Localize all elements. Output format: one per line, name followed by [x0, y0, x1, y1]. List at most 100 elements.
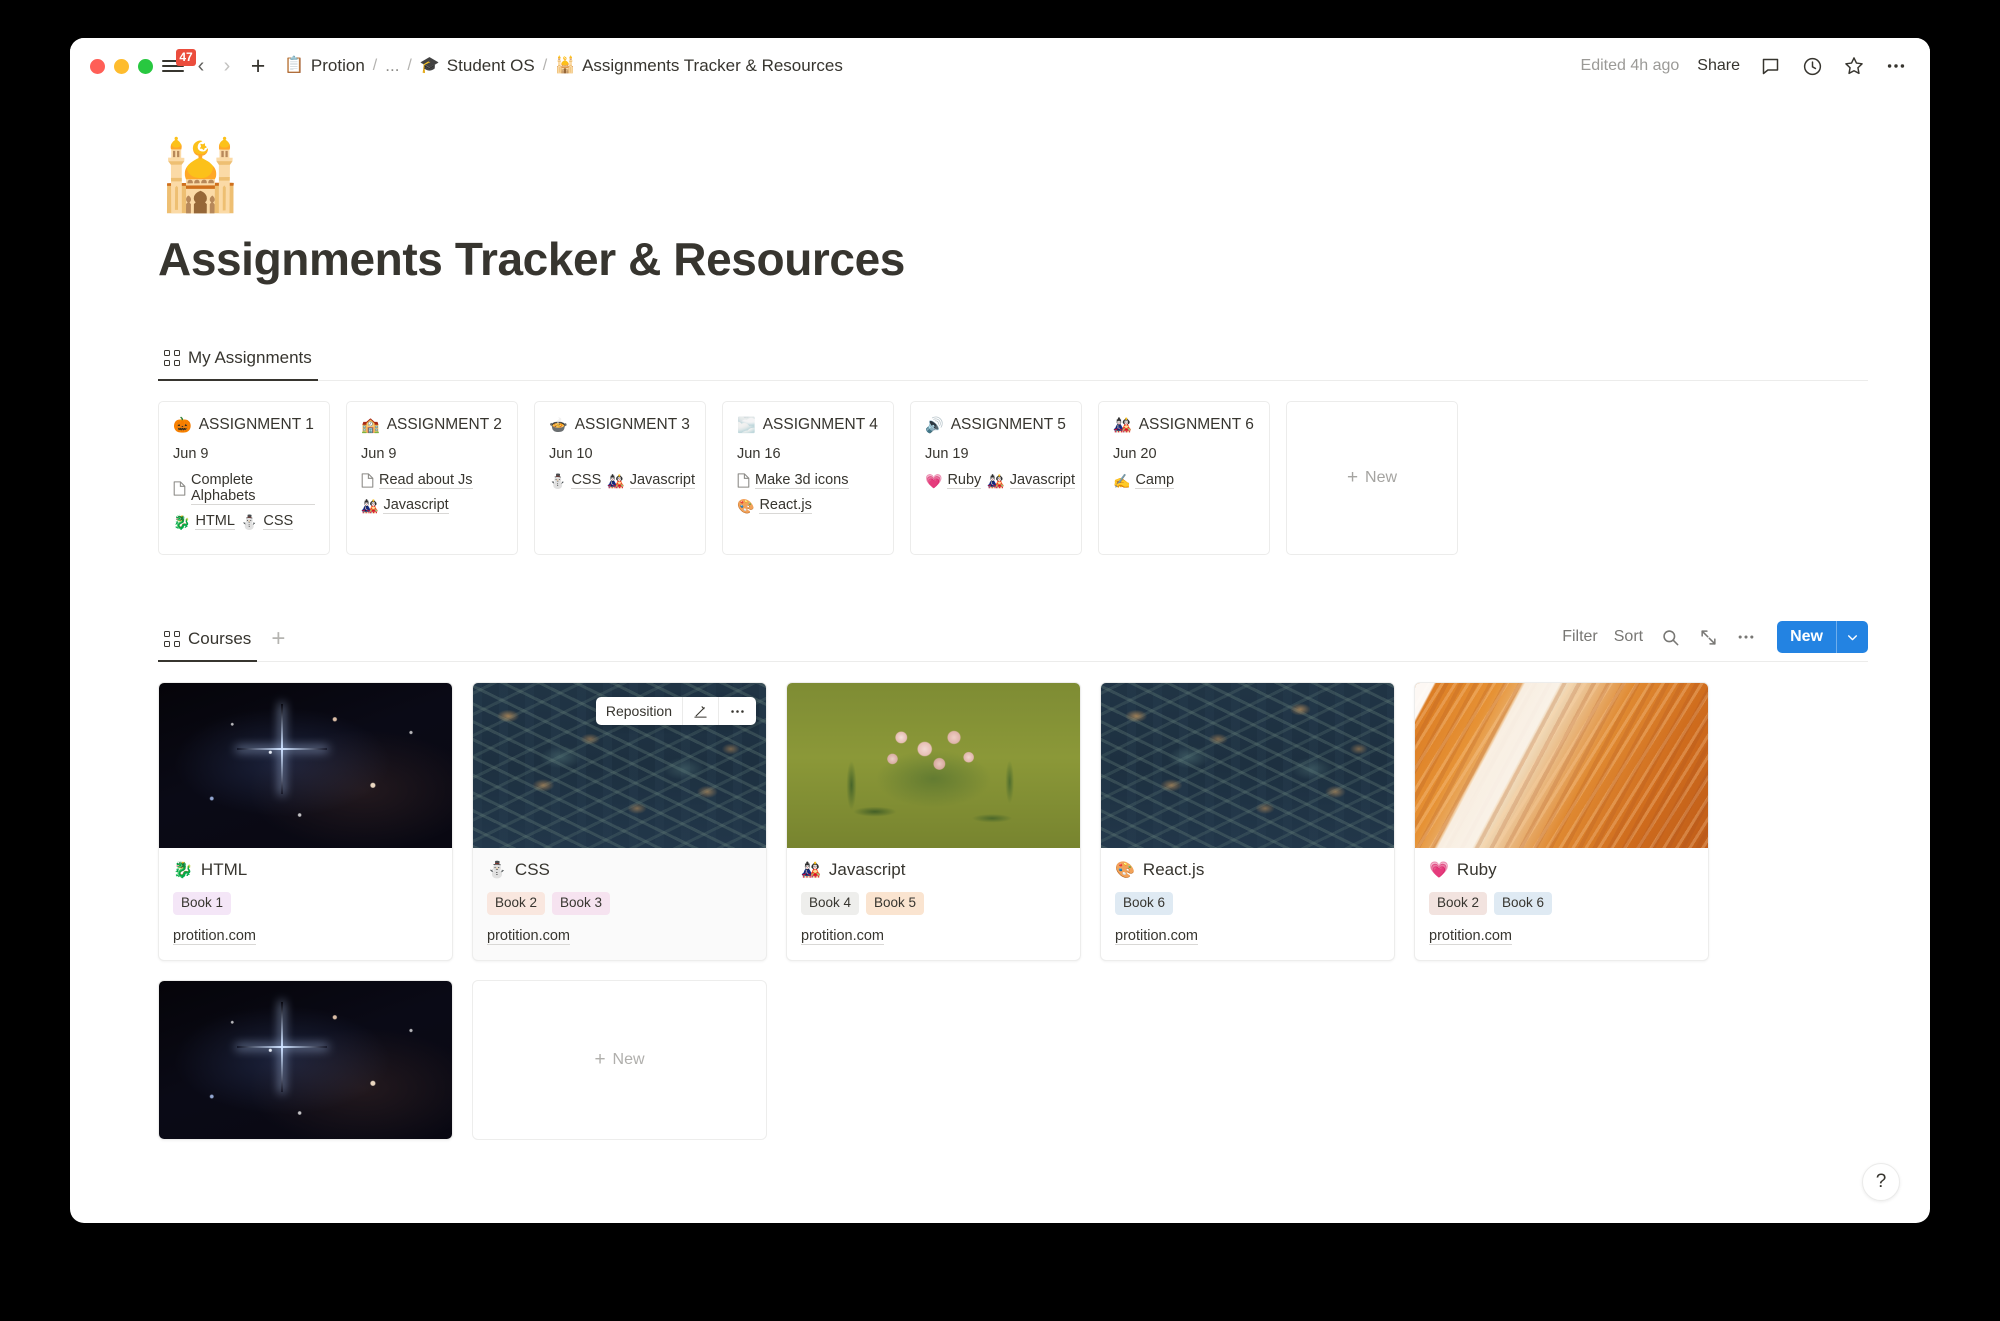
assignment-task[interactable]: Read about Js [361, 472, 473, 489]
assignment-relation-tag[interactable]: 🎎 Javascript [607, 472, 695, 489]
assignment-date: Jun 10 [549, 446, 593, 462]
filter-button[interactable]: Filter [1562, 628, 1598, 646]
pencil-icon[interactable] [682, 697, 718, 725]
assignment-task[interactable]: Make 3d icons [737, 472, 849, 489]
breadcrumb-item-protion[interactable]: 📋 Protion [280, 54, 369, 78]
course-tag[interactable]: Book 2 [487, 892, 546, 916]
assignment-card[interactable]: 🍲 ASSIGNMENT 3 Jun 10 ⛄ CSS 🎎 Javascript [534, 401, 706, 555]
relation-label: Ruby [947, 472, 982, 489]
courses-db-header: Courses + Filter Sort New [158, 621, 1868, 662]
add-view-button[interactable]: + [257, 627, 293, 661]
assignment-date: Jun 19 [925, 446, 969, 462]
maximize-window-button[interactable] [138, 58, 153, 74]
tab-courses[interactable]: Courses [158, 625, 258, 662]
sort-button[interactable]: Sort [1614, 628, 1643, 646]
assignment-card-title: 🎎 ASSIGNMENT 6 [1113, 416, 1255, 434]
course-url[interactable]: protition.com [173, 928, 438, 946]
assignment-date: Jun 9 [173, 446, 209, 462]
course-card[interactable]: 🎨 React.js Book 6 protition.com [1100, 682, 1395, 962]
course-tag[interactable]: Book 6 [1494, 892, 1553, 916]
titlebar-actions: Edited 4h ago Share [1581, 54, 1908, 78]
speaker-icon: 🔊 [925, 417, 944, 434]
comment-icon[interactable] [1758, 54, 1782, 78]
search-icon[interactable] [1659, 626, 1681, 648]
assignment-tag-line: ⛄ CSS 🎎 Javascript [549, 472, 695, 489]
course-title-text: Ruby [1456, 860, 1497, 879]
course-url[interactable]: protition.com [1429, 928, 1694, 946]
help-button[interactable]: ? [1862, 1163, 1900, 1201]
course-url[interactable]: protition.com [1115, 928, 1380, 946]
course-card[interactable]: Reposition ⛄ CSS Book 2 Book 3 protition… [472, 682, 767, 962]
new-page-button[interactable]: + [244, 52, 272, 80]
assignment-title-text: ASSIGNMENT 4 [762, 416, 878, 433]
more-icon[interactable] [718, 697, 756, 725]
assignment-card[interactable]: 🏫 ASSIGNMENT 2 Jun 9 Read about Js 🎎 Jav… [346, 401, 518, 555]
more-icon[interactable] [1735, 626, 1757, 648]
heart-icon: 💗 [1429, 862, 1449, 879]
page-emoji-mosque-icon[interactable]: 🕌 [158, 142, 1868, 210]
assignment-card-title: 🍲 ASSIGNMENT 3 [549, 416, 691, 434]
course-tag[interactable]: Book 2 [1429, 892, 1488, 916]
assignment-card[interactable]: 🎎 ASSIGNMENT 6 Jun 20 ✍️ Camp [1098, 401, 1270, 555]
forward-button[interactable]: › [214, 53, 240, 79]
course-cover-image [787, 683, 1080, 848]
breadcrumb-item-student-os[interactable]: 🎓 Student OS [416, 54, 539, 78]
course-card[interactable] [158, 980, 453, 1141]
sidebar-toggle-icon[interactable]: 47 [162, 49, 196, 77]
assignment-card[interactable]: 🎃 ASSIGNMENT 1 Jun 9 Complete Alphabets [158, 401, 330, 555]
breadcrumb-item-current-page[interactable]: 🕌 Assignments Tracker & Resources [551, 54, 847, 78]
course-cover-image [1101, 683, 1394, 848]
course-tag[interactable]: Book 1 [173, 892, 232, 916]
star-icon[interactable] [1842, 54, 1866, 78]
assignment-relation-tag[interactable]: 🎎 Javascript [361, 497, 449, 514]
course-card[interactable]: 🎎 Javascript Book 4 Book 5 protition.com [786, 682, 1081, 962]
course-url-text: protition.com [487, 928, 571, 946]
relation-label: CSS [571, 472, 602, 489]
new-button-label: New [1790, 628, 1823, 645]
course-tag[interactable]: Book 3 [552, 892, 611, 916]
new-course-card-button[interactable]: + New [472, 980, 767, 1141]
assignment-relation-tag[interactable]: 💗 Ruby [925, 472, 982, 489]
course-tags: Book 4 Book 5 [801, 892, 1066, 916]
course-card[interactable]: 🐉 HTML Book 1 protition.com [158, 682, 453, 962]
breadcrumb-item-ellipsis[interactable]: ... [381, 54, 403, 78]
snowman-icon: ⛄ [549, 472, 567, 489]
reposition-button[interactable]: Reposition [596, 697, 682, 725]
assignment-relation-tag[interactable]: 🎎 Javascript [987, 472, 1076, 489]
course-url[interactable]: protition.com [487, 928, 752, 946]
assignment-relation-tag[interactable]: 🐉 HTML [173, 513, 235, 530]
close-window-button[interactable] [90, 58, 105, 74]
assignment-relation-tag[interactable]: ⛄ CSS [549, 472, 602, 489]
course-cover-image [1415, 683, 1708, 848]
course-card-title: 🎎 Javascript [801, 860, 1066, 880]
course-url[interactable]: protition.com [801, 928, 1066, 946]
assignment-card[interactable]: 🌫️ ASSIGNMENT 4 Jun 16 Make 3d icons 🎨 R… [722, 401, 894, 555]
new-course-button[interactable]: New [1777, 621, 1868, 653]
expand-icon[interactable] [1697, 626, 1719, 648]
chevron-down-icon[interactable] [1836, 621, 1868, 653]
course-card[interactable]: 💗 Ruby Book 2 Book 6 protition.com [1414, 682, 1709, 962]
assignment-relation-tag[interactable]: ⛄ CSS [241, 513, 294, 530]
tab-my-assignments[interactable]: My Assignments [158, 344, 318, 381]
minimize-window-button[interactable] [114, 58, 129, 74]
assignment-task[interactable]: Complete Alphabets [173, 472, 315, 505]
course-tag[interactable]: Book 4 [801, 892, 860, 916]
course-tag[interactable]: Book 5 [866, 892, 925, 916]
assignment-task-line: Complete Alphabets [173, 472, 315, 505]
relation-label: Javascript [383, 497, 449, 514]
assignment-relation-tag[interactable]: 🎨 React.js [737, 497, 812, 514]
page-scroll-area[interactable]: 🕌 Assignments Tracker & Resources My Ass… [70, 94, 1930, 1223]
new-assignment-card-button[interactable]: + New [1286, 401, 1458, 555]
course-tag[interactable]: Book 6 [1115, 892, 1174, 916]
history-icon[interactable] [1800, 54, 1824, 78]
assignment-relation-tag[interactable]: ✍️ Camp [1113, 472, 1175, 489]
assignment-title-text: ASSIGNMENT 6 [1138, 416, 1254, 433]
dragon-icon: 🐉 [173, 862, 193, 879]
share-button[interactable]: Share [1697, 57, 1740, 75]
assignment-task-label: Make 3d icons [755, 472, 849, 489]
assignment-card[interactable]: 🔊 ASSIGNMENT 5 Jun 19 💗 Ruby 🎎 Javascrip… [910, 401, 1082, 555]
relation-label: CSS [263, 513, 294, 530]
more-icon[interactable] [1884, 54, 1908, 78]
relation-label: HTML [195, 513, 235, 530]
assignment-title-text: ASSIGNMENT 1 [198, 416, 314, 433]
